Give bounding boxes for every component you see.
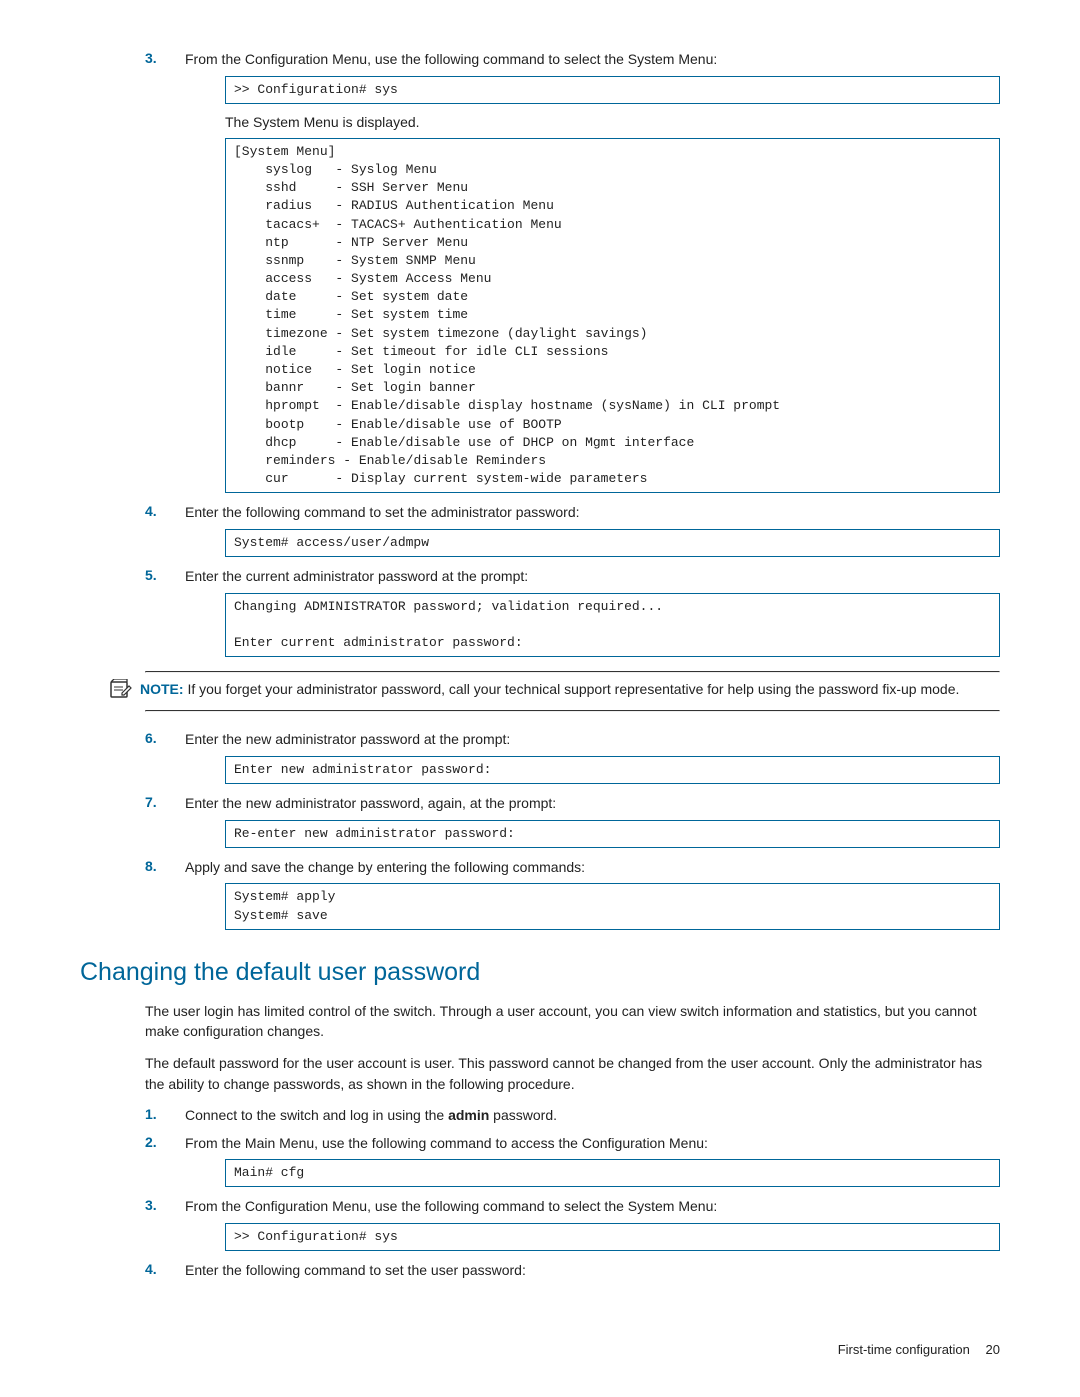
step-text: Enter the new administrator password, ag… bbox=[185, 794, 1000, 814]
body-paragraph: The user login has limited control of th… bbox=[145, 1001, 1000, 1042]
step-number: 5. bbox=[145, 567, 157, 583]
note-label: NOTE: bbox=[140, 681, 184, 697]
code-block: >> Configuration# sys bbox=[225, 1223, 1000, 1251]
pencil-note-icon bbox=[110, 679, 140, 702]
text-bold: admin bbox=[448, 1107, 489, 1123]
step-number: 3. bbox=[145, 50, 157, 66]
step-4: 4. Enter the following command to set th… bbox=[145, 503, 1000, 557]
step-number: 2. bbox=[145, 1134, 157, 1150]
step-text: From the Configuration Menu, use the fol… bbox=[185, 50, 1000, 70]
step-6: 6. Enter the new administrator password … bbox=[145, 730, 1000, 784]
note-block: NOTE: If you forget your administrator p… bbox=[145, 671, 1000, 712]
step-text: Enter the current administrator password… bbox=[185, 567, 1000, 587]
step-3: 3. From the Configuration Menu, use the … bbox=[145, 50, 1000, 493]
step-number: 1. bbox=[145, 1106, 157, 1122]
text-post: password. bbox=[489, 1107, 557, 1123]
main-content: 3. From the Configuration Menu, use the … bbox=[80, 50, 1000, 1281]
step-list-b: 4. Enter the following command to set th… bbox=[145, 503, 1000, 657]
code-block: Main# cfg bbox=[225, 1159, 1000, 1187]
pencil-note-icon-svg bbox=[110, 679, 132, 699]
step-aftertext: The System Menu is displayed. bbox=[225, 114, 1000, 130]
note-body: NOTE: If you forget your administrator p… bbox=[110, 673, 1000, 710]
code-block: Enter new administrator password: bbox=[225, 756, 1000, 784]
section-heading: Changing the default user password bbox=[80, 958, 1000, 987]
page-footer: First-time configuration 20 bbox=[838, 1342, 1000, 1357]
code-block: >> Configuration# sys bbox=[225, 76, 1000, 104]
step-number: 8. bbox=[145, 858, 157, 874]
step-number: 4. bbox=[145, 1261, 157, 1277]
system-menu-code: [System Menu] syslog - Syslog Menu sshd … bbox=[225, 138, 1000, 494]
body-paragraph: The default password for the user accoun… bbox=[145, 1053, 1000, 1094]
text-pre: Connect to the switch and log in using t… bbox=[185, 1107, 448, 1123]
step-text: From the Main Menu, use the following co… bbox=[185, 1134, 1000, 1154]
step-number: 6. bbox=[145, 730, 157, 746]
step-text: Enter the following command to set the a… bbox=[185, 503, 1000, 523]
code-block: Re-enter new administrator password: bbox=[225, 820, 1000, 848]
step-list-c: 6. Enter the new administrator password … bbox=[145, 730, 1000, 930]
note-text: NOTE: If you forget your administrator p… bbox=[140, 679, 1000, 699]
step-d2: 2. From the Main Menu, use the following… bbox=[145, 1134, 1000, 1188]
page: 3. From the Configuration Menu, use the … bbox=[0, 0, 1080, 1397]
step-list-d: 1. Connect to the switch and log in usin… bbox=[145, 1106, 1000, 1281]
code-block: System# apply System# save bbox=[225, 883, 1000, 929]
step-text: Connect to the switch and log in using t… bbox=[185, 1106, 1000, 1126]
step-text: Enter the new administrator password at … bbox=[185, 730, 1000, 750]
code-block: System# access/user/admpw bbox=[225, 529, 1000, 557]
step-7: 7. Enter the new administrator password,… bbox=[145, 794, 1000, 848]
step-5: 5. Enter the current administrator passw… bbox=[145, 567, 1000, 657]
divider bbox=[145, 710, 1000, 712]
step-number: 3. bbox=[145, 1197, 157, 1213]
code-block: Changing ADMINISTRATOR password; validat… bbox=[225, 593, 1000, 658]
note-content: If you forget your administrator passwor… bbox=[184, 681, 960, 697]
step-d4: 4. Enter the following command to set th… bbox=[145, 1261, 1000, 1281]
step-8: 8. Apply and save the change by entering… bbox=[145, 858, 1000, 930]
step-list-a: 3. From the Configuration Menu, use the … bbox=[145, 50, 1000, 493]
step-text: Apply and save the change by entering th… bbox=[185, 858, 1000, 878]
step-text: From the Configuration Menu, use the fol… bbox=[185, 1197, 1000, 1217]
step-number: 7. bbox=[145, 794, 157, 810]
step-number: 4. bbox=[145, 503, 157, 519]
step-text: Enter the following command to set the u… bbox=[185, 1261, 1000, 1281]
page-number: 20 bbox=[986, 1342, 1000, 1357]
step-d1: 1. Connect to the switch and log in usin… bbox=[145, 1106, 1000, 1126]
footer-label: First-time configuration bbox=[838, 1342, 970, 1357]
step-d3: 3. From the Configuration Menu, use the … bbox=[145, 1197, 1000, 1251]
